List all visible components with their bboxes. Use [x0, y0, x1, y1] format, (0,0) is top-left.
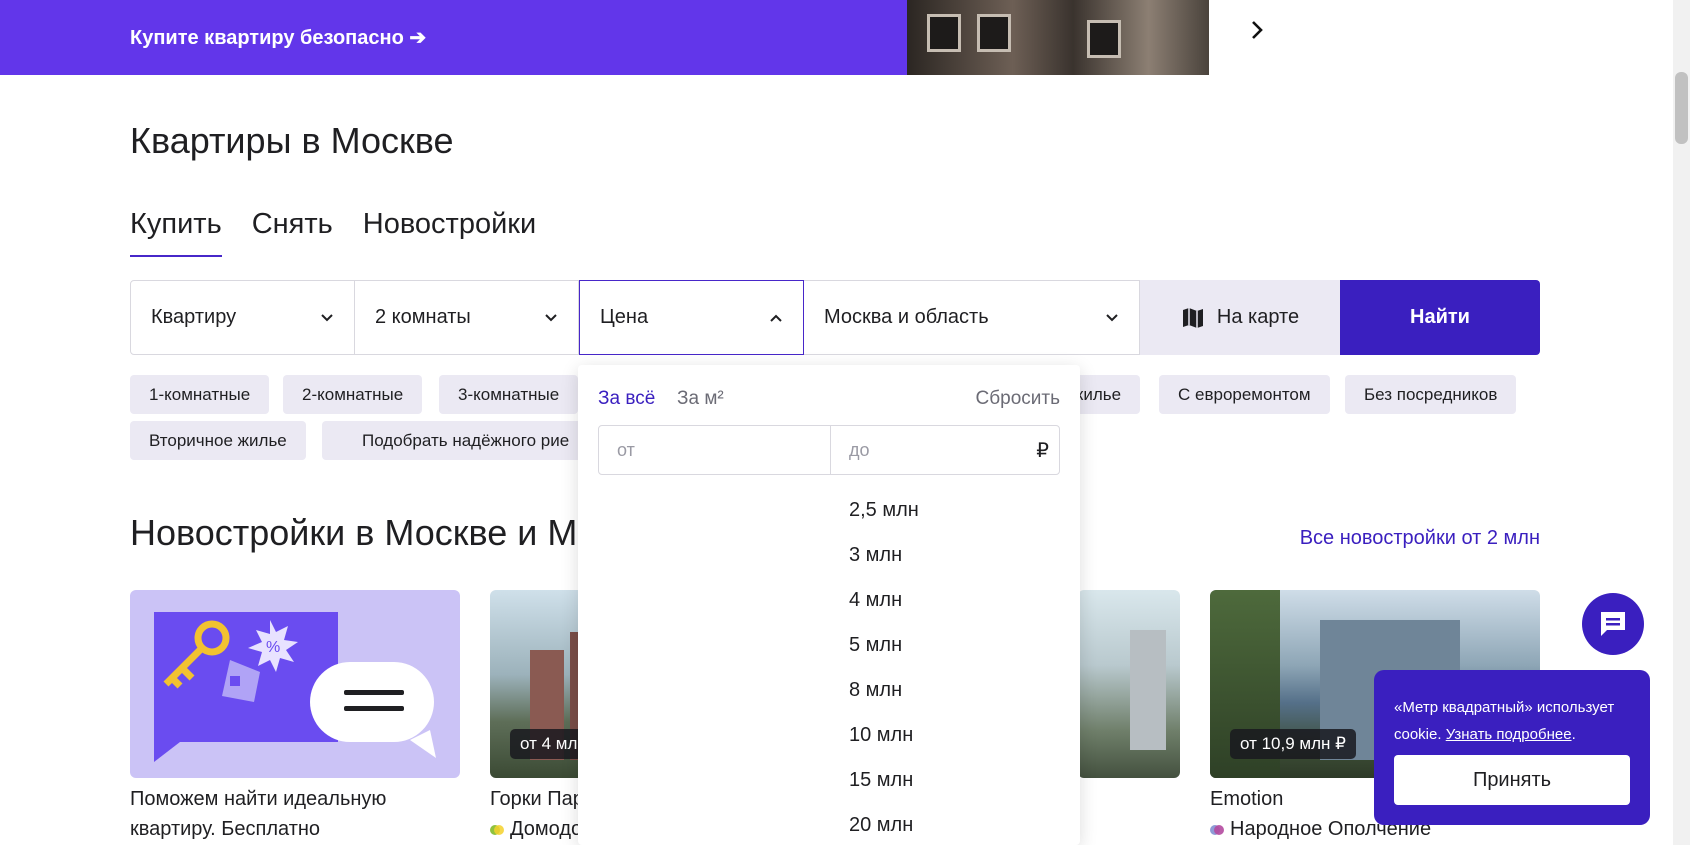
chat-icon [1601, 612, 1625, 636]
tab-price-total[interactable]: За всё [598, 388, 655, 410]
tab-rent[interactable]: Снять [252, 208, 333, 257]
help-card-subtitle: квартиру. Бесплатно [130, 818, 321, 840]
price-tag: от 10,9 млн ₽ [1230, 729, 1356, 759]
accept-cookie-button[interactable]: Принять [1394, 755, 1630, 805]
price-option[interactable]: 15 млн [849, 769, 913, 792]
chevron-down-icon [545, 313, 557, 321]
scrollbar[interactable] [1673, 0, 1690, 845]
chip-secondary-housing[interactable]: Вторичное жилье [130, 421, 306, 460]
chevron-down-icon [321, 313, 333, 321]
section-title: Новостройки в Москве и М [130, 512, 578, 553]
rooms-select[interactable]: 2 комнаты [355, 280, 579, 355]
chip-find-realtor[interactable]: Подобрать надёжного рие [322, 421, 592, 460]
tab-new-buildings[interactable]: Новостройки [363, 208, 536, 257]
tab-price-per-sqm[interactable]: За м² [677, 388, 724, 410]
building-shape [1130, 630, 1166, 750]
price-to-input[interactable] [830, 426, 1061, 474]
complex-card-title[interactable]: Emotion [1210, 788, 1283, 811]
chevron-down-icon [1106, 313, 1118, 321]
price-from-input[interactable] [599, 426, 830, 474]
metro-station: Домодо [510, 818, 583, 840]
svg-text:%: % [266, 639, 280, 656]
map-button-label: На карте [1216, 306, 1300, 328]
cookie-text: «Метр квадратный» использует cookie. Узн… [1394, 694, 1630, 748]
price-option[interactable]: 3 млн [849, 544, 902, 567]
metro-line-icon [490, 824, 504, 835]
help-card-title[interactable]: Поможем найти идеальную [130, 788, 386, 811]
page-title: Квартиры в Москве [130, 120, 454, 161]
map-button[interactable]: На карте [1140, 280, 1340, 355]
complex-card-image[interactable] [1078, 590, 1180, 778]
help-card-image[interactable]: % [130, 590, 460, 778]
price-value: Цена [600, 306, 649, 328]
cookie-details-link[interactable]: Узнать подробнее [1446, 726, 1572, 743]
chip-3-rooms[interactable]: 3-комнатные [439, 375, 579, 414]
deal-tabs: Купить Снять Новостройки [130, 208, 536, 257]
scrollbar-thumb[interactable] [1675, 72, 1688, 144]
cookie-period: . [1571, 726, 1576, 743]
all-new-buildings-link[interactable]: Все новостройки от 2 млн [1300, 527, 1540, 550]
chip-euro-renovation[interactable]: С евроремонтом [1159, 375, 1330, 414]
property-type-select[interactable]: Квартиру [130, 280, 355, 355]
price-option[interactable]: 2,5 млн [849, 499, 919, 522]
complex-card-title[interactable]: Горки Пар [490, 788, 584, 811]
price-option[interactable]: 10 млн [849, 724, 913, 747]
price-option[interactable]: 20 млн [849, 814, 913, 837]
banner-text[interactable]: Купите квартиру безопасно ➔ [130, 25, 426, 50]
chip-no-agents[interactable]: Без посредников [1345, 375, 1517, 414]
rooms-value: 2 комнаты [375, 306, 471, 328]
price-option[interactable]: 8 млн [849, 679, 902, 702]
promo-banner[interactable]: Купите квартиру безопасно ➔ [0, 0, 1209, 75]
window-shape [1087, 20, 1121, 58]
region-value: Москва и область [824, 306, 989, 328]
price-dropdown: За всё За м² Сбросить ₽ 2,5 млн 3 млн 4 … [578, 365, 1080, 845]
chat-button[interactable] [1582, 593, 1644, 655]
region-select[interactable]: Москва и область [804, 280, 1140, 355]
ruble-icon: ₽ [1036, 440, 1049, 462]
map-icon [1182, 307, 1203, 328]
window-shape [977, 14, 1011, 52]
find-button[interactable]: Найти [1340, 280, 1540, 355]
price-tag: от 4 мл [510, 729, 588, 759]
metro-line-icon [1210, 824, 1224, 835]
price-range-inputs: ₽ [598, 425, 1061, 475]
chevron-up-icon [770, 314, 782, 322]
chevron-right-icon[interactable] [1243, 16, 1271, 44]
price-option[interactable]: 5 млн [849, 634, 902, 657]
chip-2-rooms[interactable]: 2-комнатные [283, 375, 423, 414]
banner-photo [907, 0, 1209, 75]
cookie-notice: «Метр квадратный» использует cookie. Узн… [1374, 670, 1650, 825]
key-illustration: % [154, 612, 436, 762]
reset-button[interactable]: Сбросить [976, 388, 1060, 410]
search-bar: Квартиру 2 комнаты Цена Москва и область… [130, 280, 1540, 355]
complex-card-metro: Домодо [490, 818, 582, 841]
price-option[interactable]: 4 млн [849, 589, 902, 612]
window-shape [927, 14, 961, 52]
price-select[interactable]: Цена [579, 280, 804, 355]
chip-1-room[interactable]: 1-комнатные [130, 375, 270, 414]
property-type-value: Квартиру [151, 306, 237, 328]
tab-buy[interactable]: Купить [130, 208, 222, 257]
